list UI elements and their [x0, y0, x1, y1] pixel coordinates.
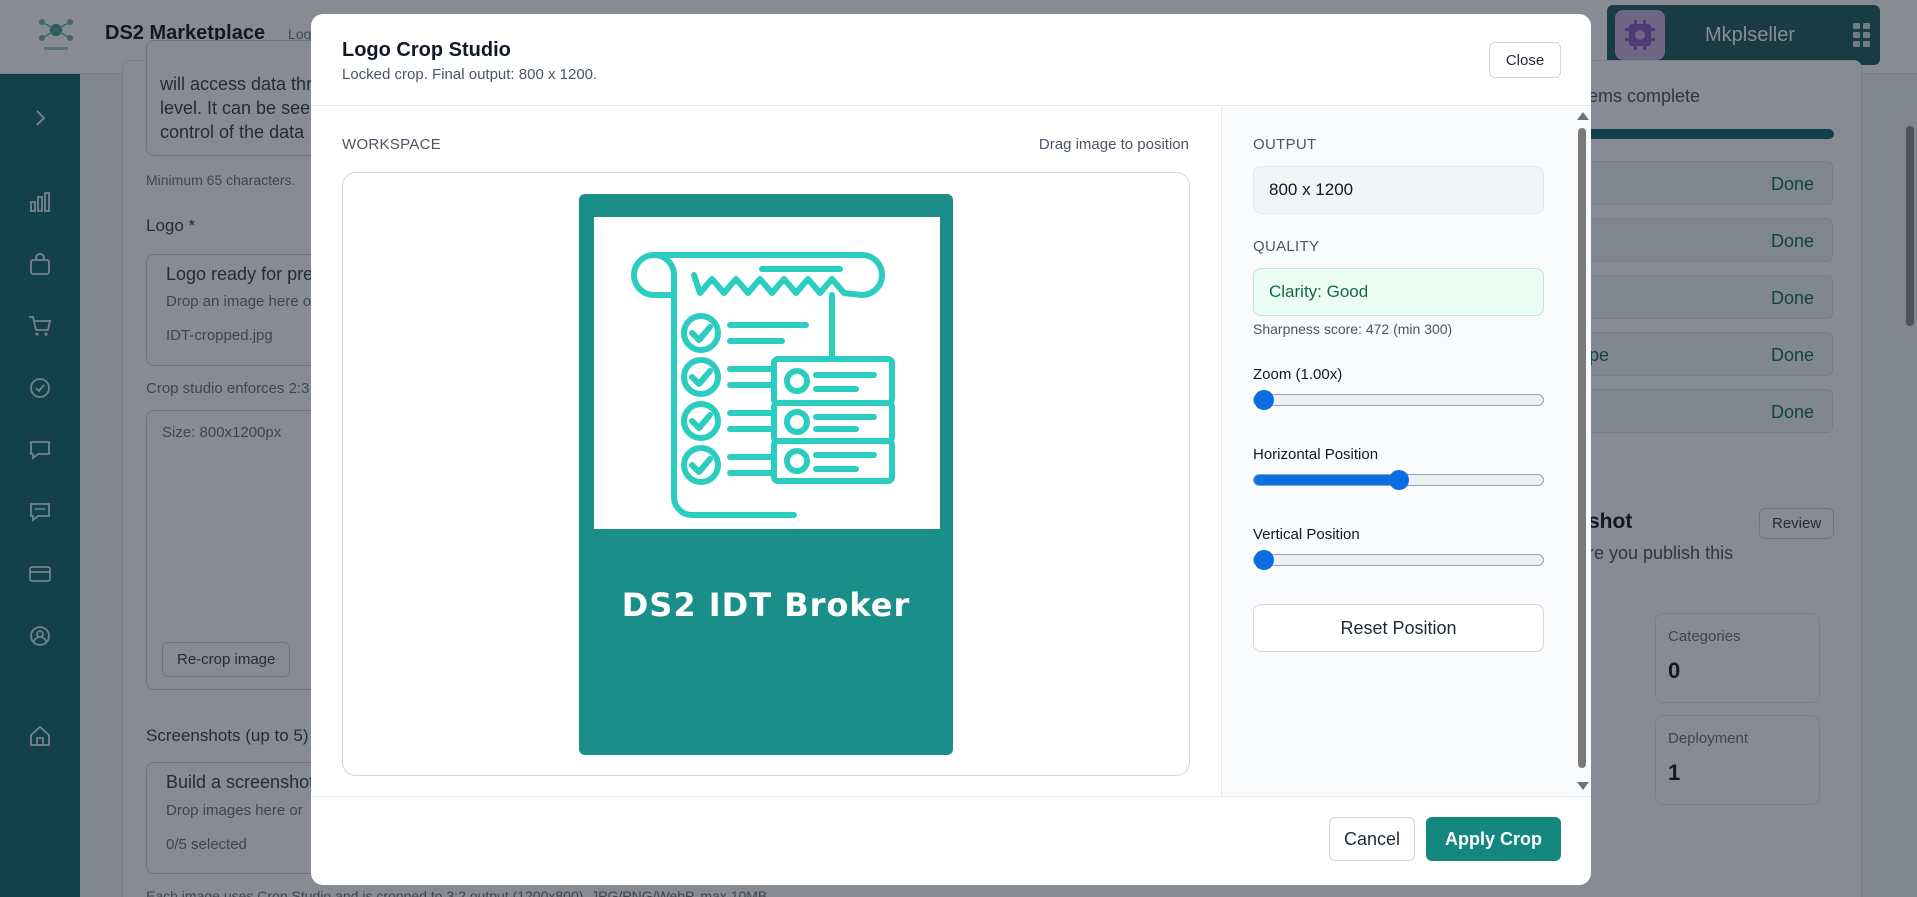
vertical-slider-thumb[interactable] [1254, 550, 1274, 570]
scroll-up-arrow-icon[interactable] [1577, 112, 1589, 120]
modal-header: Logo Crop Studio Locked crop. Final outp… [311, 14, 1591, 106]
output-size-field: 800 x 1200 [1253, 166, 1544, 214]
reset-position-button[interactable]: Reset Position [1253, 604, 1544, 652]
close-button[interactable]: Close [1489, 42, 1561, 78]
modal-scrollbar[interactable] [1573, 106, 1591, 796]
horizontal-slider-thumb[interactable] [1388, 470, 1409, 490]
crop-controls-panel: OUTPUT 800 x 1200 QUALITY Clarity: Good … [1221, 106, 1591, 796]
cancel-button[interactable]: Cancel [1329, 817, 1415, 861]
receipt-checklist-icon [631, 252, 895, 518]
modal-subtitle: Locked crop. Final output: 800 x 1200. [342, 66, 598, 83]
modal-footer: Cancel Apply Crop [311, 796, 1591, 885]
workspace-label: WORKSPACE [342, 136, 442, 153]
apply-crop-button[interactable]: Apply Crop [1426, 817, 1561, 861]
logo-crop-modal: Logo Crop Studio Locked crop. Final outp… [311, 14, 1591, 885]
output-label: OUTPUT [1253, 136, 1317, 153]
preview-icon-area [594, 217, 940, 529]
horizontal-position-slider[interactable] [1253, 470, 1544, 490]
sharpness-score: Sharpness score: 472 (min 300) [1253, 321, 1453, 337]
horizontal-slider-fill [1254, 475, 1399, 485]
workspace-hint: Drag image to position [1038, 136, 1189, 153]
scroll-thumb[interactable] [1578, 128, 1586, 768]
modal-title: Logo Crop Studio [342, 39, 511, 61]
zoom-slider[interactable] [1253, 390, 1544, 410]
preview-caption: DS2 IDT Broker [621, 586, 911, 624]
modal-body: WORKSPACE Drag image to position DS2 IDT… [311, 106, 1591, 796]
zoom-slider-thumb[interactable] [1254, 390, 1274, 410]
crop-workspace[interactable]: DS2 IDT Broker [342, 172, 1190, 776]
vertical-position-label: Vertical Position [1253, 526, 1360, 543]
quality-label: QUALITY [1253, 238, 1320, 255]
scroll-down-arrow-icon[interactable] [1577, 782, 1589, 790]
quality-status: Clarity: Good [1253, 268, 1544, 316]
zoom-label: Zoom (1.00x) [1253, 366, 1343, 383]
vertical-position-slider[interactable] [1253, 550, 1544, 570]
horizontal-position-label: Horizontal Position [1253, 446, 1379, 463]
crop-preview-image[interactable]: DS2 IDT Broker [579, 194, 953, 755]
